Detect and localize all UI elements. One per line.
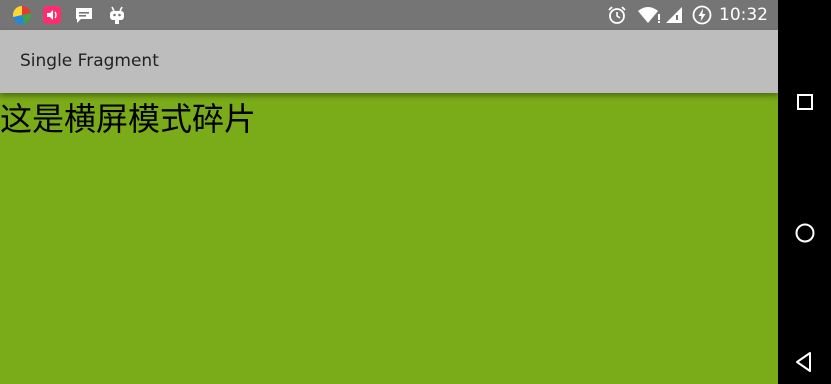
back-button[interactable]: [791, 348, 819, 376]
alarm-icon: [608, 6, 626, 24]
action-bar-title: Single Fragment: [20, 51, 159, 71]
pink-app-icon: [43, 6, 61, 24]
chat-notification-icon: [76, 8, 92, 23]
home-button[interactable]: [791, 219, 819, 247]
android-debug-icon: [110, 6, 124, 24]
app-screen: 10:32 Single Fragment 这是横屏模式碎片: [0, 0, 778, 384]
status-bar: 10:32: [0, 0, 778, 30]
navigation-bar: [778, 0, 831, 384]
wifi-icon: [638, 7, 660, 23]
recents-button[interactable]: [791, 88, 819, 116]
landscape-fragment-text: 这是横屏模式碎片: [0, 100, 257, 138]
battery-charging-icon: [692, 5, 712, 25]
action-bar: Single Fragment: [0, 30, 778, 93]
app-launcher-icon: [12, 5, 32, 25]
cell-signal-icon: [666, 7, 682, 23]
status-time: 10:32: [719, 5, 768, 25]
